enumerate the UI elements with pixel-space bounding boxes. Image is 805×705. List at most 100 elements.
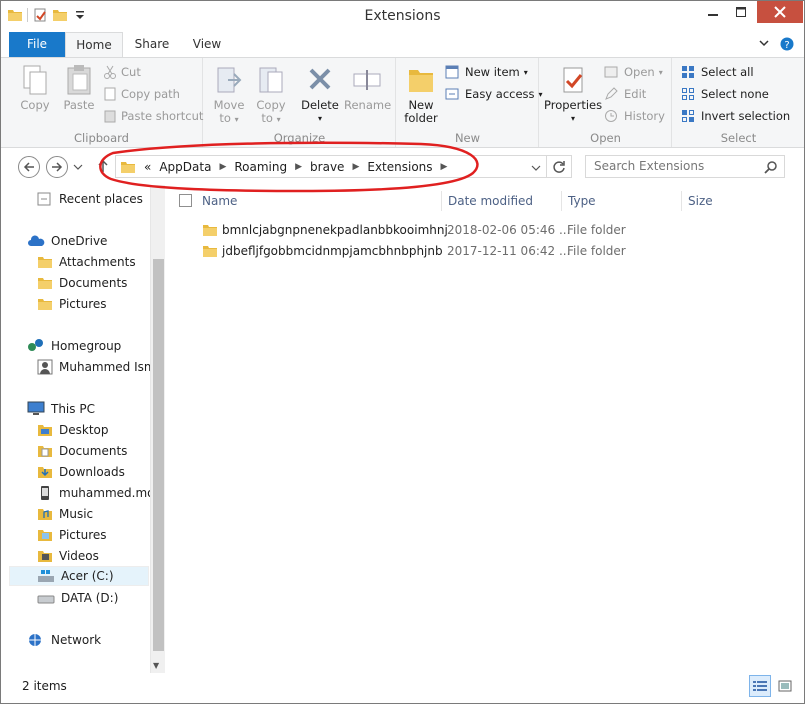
folder-icon [203,246,217,257]
address-dropdown-icon[interactable] [531,164,541,172]
nav-item-label: Music [59,507,94,521]
copy-button[interactable]: Copy [15,64,55,112]
nav-item-recent-places[interactable]: Recent places [37,189,143,209]
nav-scrollbar[interactable]: ▼ [150,185,165,673]
close-button[interactable] [757,1,803,23]
tab-share[interactable]: Share [127,32,177,57]
nav-scrollbar-thumb[interactable] [153,259,164,651]
copy-to-button[interactable]: Copy to ▾ [252,64,290,126]
maximize-button[interactable] [727,1,755,23]
search-icon[interactable] [764,160,778,174]
breadcrumb-chevron-icon[interactable]: ▶ [441,162,448,172]
folder-icon [121,161,135,173]
paste-label: Paste [63,98,95,112]
arrow-right-icon [52,162,63,172]
select-all-checkbox[interactable] [179,194,192,207]
file-name[interactable]: bmnlcjabgnpnenekpadlanbbkooimhnj [222,220,448,240]
nav-item-drive-d[interactable]: DATA (D:) [37,588,118,608]
new-folder-button[interactable]: New folder [401,64,441,125]
search-input[interactable]: Search Extensions [585,155,785,178]
breadcrumb-extensions[interactable]: Extensions [367,160,432,174]
nav-item-homegroup[interactable]: Homegroup [27,336,121,356]
table-row[interactable]: bmnlcjabgnpnenekpadlanbbkooimhnj 2018-02… [166,220,766,240]
nav-item-attachments[interactable]: Attachments [37,252,136,272]
easy-access-button[interactable]: Easy access ▾ [445,87,543,101]
breadcrumb-chevron-icon[interactable]: ▶ [219,162,226,172]
refresh-button[interactable] [547,155,572,178]
column-header-size[interactable]: Size [681,191,761,211]
nav-item-label: Acer (C:) [61,569,114,583]
edit-button[interactable]: Edit [604,87,646,101]
arrow-up-icon[interactable] [97,159,109,173]
nav-item-label: Desktop [59,423,109,437]
nav-item-phone[interactable]: muhammed.mo [37,483,154,503]
nav-item-onedrive[interactable]: OneDrive [27,231,107,251]
chevron-down-icon[interactable] [758,37,770,49]
nav-item-music[interactable]: Music [37,504,93,524]
help-icon[interactable]: ? [780,37,794,51]
nav-item-documents-pc[interactable]: Documents [37,441,127,461]
copy-label: Copy [20,98,50,112]
nav-item-drive-c[interactable]: Acer (C:) [9,566,149,586]
select-none-button[interactable]: Select none [681,87,769,101]
nav-item-label: Videos [59,549,99,563]
nav-item-network[interactable]: Network [27,630,101,650]
cut-button[interactable]: Cut [103,65,141,79]
large-icons-view-button[interactable] [774,675,796,697]
breadcrumb-brave[interactable]: brave [310,160,344,174]
properties-button[interactable]: Properties ▾ [544,64,602,125]
column-header-date[interactable]: Date modified [441,191,561,211]
details-view-icon [753,681,767,691]
copy-path-button[interactable]: Copy path [103,87,180,101]
column-header-type[interactable]: Type [561,191,681,211]
recent-locations-chevron-icon[interactable] [73,163,83,171]
nav-item-pictures[interactable]: Pictures [37,294,107,314]
history-button[interactable]: History [604,109,665,123]
tab-home[interactable]: Home [65,32,123,58]
nav-item-documents[interactable]: Documents [37,273,127,293]
new-group-label: New [454,131,481,145]
nav-item-pictures-pc[interactable]: Pictures [37,525,107,545]
copy-to-label-2-text: to [261,111,273,125]
breadcrumb-appdata[interactable]: AppData [159,160,211,174]
file-type: File folder [567,223,626,237]
column-header-name[interactable]: Name [196,191,441,211]
nav-item-downloads[interactable]: Downloads [37,462,125,482]
breadcrumb-overflow[interactable]: « [144,160,151,174]
breadcrumb-chevron-icon[interactable]: ▶ [352,162,359,172]
invert-selection-button[interactable]: Invert selection [681,109,790,123]
table-row[interactable]: jdbefljfgobbmcidnmpjamcbhnbphjnb 2017-12… [166,241,766,261]
paste-button[interactable]: Paste [59,64,99,112]
paste-shortcut-button[interactable]: Paste shortcut [103,109,203,123]
select-all-button[interactable]: Select all [681,65,754,79]
back-button[interactable] [18,156,40,178]
move-to-button[interactable]: Move to ▾ [210,64,248,126]
history-label: History [624,109,665,123]
paste-shortcut-icon [104,110,116,123]
rename-button[interactable]: Rename [344,64,391,112]
open-button[interactable]: Open ▾ [604,65,663,79]
tab-view[interactable]: View [183,32,231,57]
nav-item-user[interactable]: Muhammed Ism [37,357,156,377]
ribbon: Copy Paste Cut Copy path Paste shortcut … [1,57,804,148]
file-date: 2017-12-11 06:42 ... [447,244,571,258]
search-placeholder: Search Extensions [594,159,705,173]
breadcrumb-chevron-icon[interactable]: ▶ [295,162,302,172]
breadcrumb-roaming[interactable]: Roaming [234,160,287,174]
forward-button[interactable] [46,156,68,178]
nav-item-desktop[interactable]: Desktop [37,420,109,440]
file-list: Name Date modified Type Size bmnlcjabgnp… [166,185,804,673]
new-item-button[interactable]: New item ▾ [445,65,528,79]
minimize-button[interactable] [699,1,727,23]
organize-group: Move to ▾ Copy to ▾ Delete ▾ Rename Orga… [204,58,396,147]
tab-file[interactable]: File [9,32,65,57]
file-name[interactable]: jdbefljfgobbmcidnmpjamcbhnbphjnb [222,241,443,261]
nav-item-videos[interactable]: Videos [37,546,99,566]
delete-label: Delete [301,98,339,112]
details-view-button[interactable] [749,675,771,697]
address-breadcrumb[interactable]: « AppData ▶ Roaming ▶ brave ▶ Extensions… [115,155,547,178]
scroll-down-arrow-icon[interactable]: ▼ [153,661,159,670]
column-date-label: Date modified [448,194,534,208]
delete-button[interactable]: Delete ▾ [300,64,340,125]
nav-item-this-pc[interactable]: This PC [27,399,95,419]
